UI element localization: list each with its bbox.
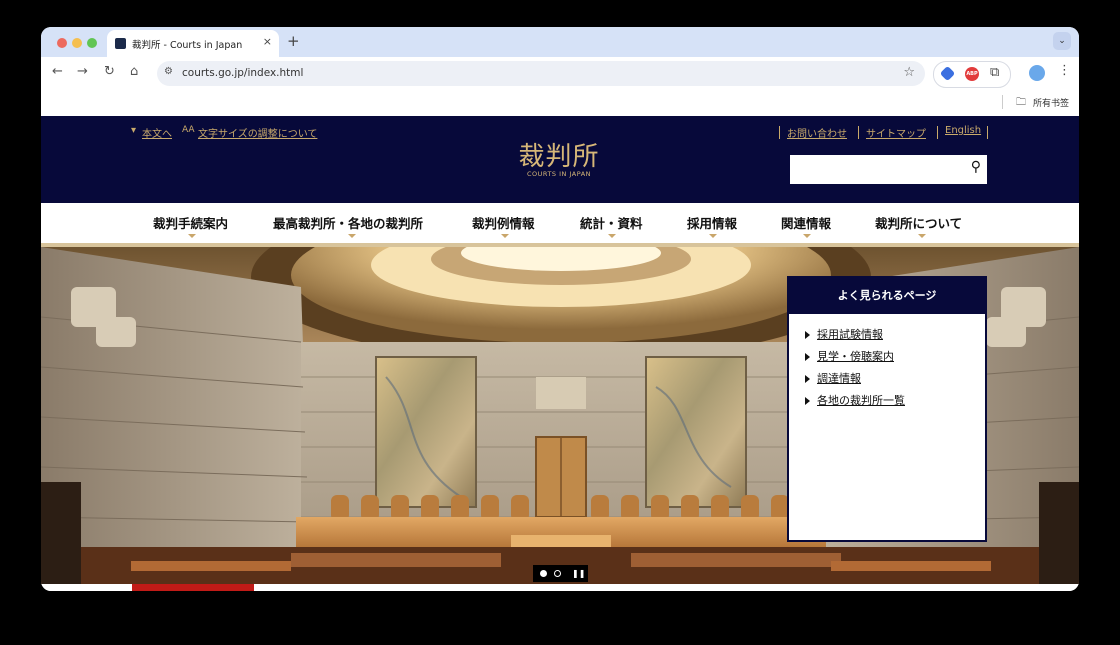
chevron-down-icon (608, 234, 616, 238)
bookmarks-divider (1002, 95, 1003, 109)
popular-pages-title: よく見られるページ (789, 278, 985, 314)
bookmark-star-icon[interactable]: ☆ (903, 65, 915, 80)
pause-icon[interactable]: ❚❚ (572, 569, 585, 578)
tab-close-icon[interactable]: × (263, 35, 272, 48)
nav-about[interactable]: 裁判所について (875, 213, 962, 232)
slide-dot[interactable] (554, 570, 561, 577)
browser-menu-icon[interactable]: ⋮ (1058, 63, 1071, 78)
arrow-right-icon (805, 353, 810, 361)
translate-extension-icon[interactable] (939, 65, 956, 82)
english-link[interactable]: English (945, 125, 981, 136)
tab-strip: 裁判所 - Courts in Japan × + ⌄ (41, 27, 1079, 57)
forward-icon[interactable]: → (77, 64, 88, 79)
search-input[interactable] (790, 155, 956, 184)
all-bookmarks-button[interactable]: 所有书签 (1033, 96, 1069, 109)
sitemap-link[interactable]: サイトマップ (866, 125, 926, 140)
slide-dot-active[interactable] (540, 570, 547, 577)
bookmarks-bar: 🗀 所有书签 (41, 90, 1079, 116)
extensions-puzzle-icon[interactable]: ⧉ (990, 65, 999, 80)
browser-tab[interactable]: 裁判所 - Courts in Japan × (107, 30, 279, 57)
chevron-down-icon (803, 234, 811, 238)
arrow-right-icon (805, 397, 810, 405)
minimize-window-button[interactable] (72, 38, 82, 48)
site-info-icon[interactable]: ⚙ (164, 66, 173, 77)
skip-link-arrow-icon: ▾ (131, 125, 137, 136)
hero-slideshow: よく見られるページ 採用試験情報 見学・傍聴案内 調達情報 各地の裁判所一覧 ❚… (41, 247, 1079, 584)
chevron-down-icon (348, 234, 356, 238)
new-tab-button[interactable]: + (287, 32, 300, 50)
tab-search-button[interactable]: ⌄ (1053, 32, 1071, 50)
chevron-down-icon (501, 234, 509, 238)
url-text[interactable]: courts.go.jp/index.html (182, 67, 303, 79)
favicon-icon (115, 38, 126, 49)
chevron-down-icon (709, 234, 717, 238)
header-divider (937, 126, 938, 139)
active-tab-indicator (132, 584, 254, 591)
nav-procedures[interactable]: 裁判手続案内 (153, 213, 228, 232)
nav-statistics[interactable]: 統計・資料 (580, 213, 643, 232)
browser-toolbar: ← → ↻ ⌂ ⚙ courts.go.jp/index.html ☆ ABP … (41, 57, 1079, 90)
font-size-icon: AA (182, 125, 195, 135)
back-icon[interactable]: ← (52, 64, 63, 79)
main-navigation: 裁判手続案内 最高裁判所・各地の裁判所 裁判例情報 統計・資料 採用情報 関連情… (41, 203, 1079, 243)
address-bar[interactable]: ⚙ courts.go.jp/index.html ☆ (157, 61, 925, 86)
chevron-down-icon (918, 234, 926, 238)
home-icon[interactable]: ⌂ (130, 64, 138, 79)
profile-avatar[interactable] (1029, 65, 1045, 81)
slideshow-controls: ❚❚ (533, 565, 588, 582)
adblock-extension-icon[interactable]: ABP (965, 67, 979, 81)
tab-title: 裁判所 - Courts in Japan (132, 40, 243, 51)
site-header: ▾ 本文へ AA 文字サイズの調整について お問い合わせ サイトマップ Engl… (41, 116, 1079, 203)
extensions-area: ABP ⧉ (933, 61, 1011, 88)
reload-icon[interactable]: ↻ (104, 64, 115, 79)
folder-icon: 🗀 (1016, 97, 1026, 108)
chevron-down-icon (188, 234, 196, 238)
skip-to-content-link[interactable]: 本文へ (142, 125, 172, 140)
browser-window: 裁判所 - Courts in Japan × + ⌄ ← → ↻ ⌂ ⚙ co… (41, 27, 1079, 591)
header-divider (987, 126, 988, 139)
search-icon[interactable]: ⚲ (971, 159, 981, 175)
nav-recruitment[interactable]: 採用情報 (687, 213, 737, 232)
popular-link-exam[interactable]: 採用試験情報 (805, 326, 883, 342)
site-logo[interactable]: 裁判所 (511, 136, 607, 173)
header-divider (858, 126, 859, 139)
site-logo-subtitle: COURTS IN JAPAN (526, 170, 592, 178)
site-search: ⚲ (790, 155, 987, 184)
nav-related[interactable]: 関連情報 (781, 213, 831, 232)
header-divider (779, 126, 780, 139)
popular-link-court-list[interactable]: 各地の裁判所一覧 (805, 392, 905, 408)
arrow-right-icon (805, 375, 810, 383)
maximize-window-button[interactable] (87, 38, 97, 48)
popular-link-tour[interactable]: 見学・傍聴案内 (805, 348, 894, 364)
font-size-link[interactable]: 文字サイズの調整について (198, 125, 317, 140)
popular-pages-panel: よく見られるページ 採用試験情報 見学・傍聴案内 調達情報 各地の裁判所一覧 (787, 276, 987, 542)
popular-link-procurement[interactable]: 調達情報 (805, 370, 861, 386)
close-window-button[interactable] (57, 38, 67, 48)
arrow-right-icon (805, 331, 810, 339)
nav-courts[interactable]: 最高裁判所・各地の裁判所 (273, 213, 423, 232)
nav-case-law[interactable]: 裁判例情報 (472, 213, 535, 232)
contact-link[interactable]: お問い合わせ (787, 125, 847, 140)
